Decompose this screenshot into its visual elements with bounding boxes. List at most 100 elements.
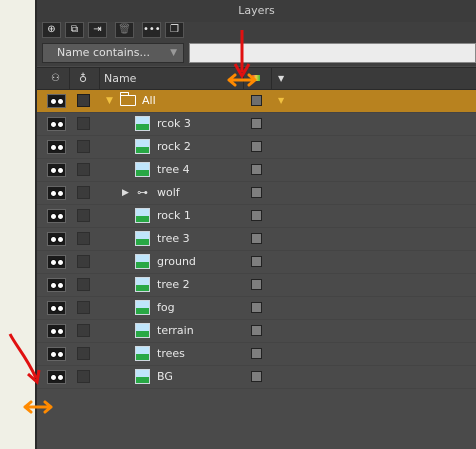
- visibility-eye-icon[interactable]: [47, 186, 66, 200]
- image-layer-icon: [135, 300, 150, 315]
- new-layer-icon: ⊕: [47, 24, 56, 35]
- folder-icon: [120, 92, 136, 106]
- layer-row[interactable]: rcok 3: [37, 113, 476, 136]
- name-column-header[interactable]: Name: [104, 68, 136, 89]
- more-options-button[interactable]: •••: [142, 22, 161, 38]
- layer-color-swatch[interactable]: [251, 95, 262, 106]
- layer-row[interactable]: terrain: [37, 320, 476, 343]
- layer-name: tree 3: [157, 232, 190, 245]
- image-layer-icon: [135, 231, 150, 246]
- layer-name: tree 2: [157, 278, 190, 291]
- expand-triangle-icon[interactable]: ▶: [122, 182, 129, 204]
- filter-mode-label: Name contains...: [57, 46, 151, 59]
- layer-row[interactable]: tree 4: [37, 159, 476, 182]
- visibility-eye-icon[interactable]: [47, 278, 66, 292]
- layer-row[interactable]: tree 2: [37, 274, 476, 297]
- image-layer-icon: [135, 139, 150, 154]
- image-layer-icon: [135, 208, 150, 223]
- layer-name: ground: [157, 255, 196, 268]
- layer-color-swatch[interactable]: [251, 371, 262, 382]
- visibility-eye-icon[interactable]: [47, 117, 66, 131]
- layer-color-swatch[interactable]: [251, 302, 262, 313]
- lock-toggle[interactable]: [77, 370, 90, 383]
- row-menu-arrow-icon[interactable]: ▼: [278, 90, 284, 112]
- lock-toggle[interactable]: [77, 163, 90, 176]
- layer-row[interactable]: rock 2: [37, 136, 476, 159]
- dropdown-arrow-icon: ▼: [170, 48, 177, 58]
- layer-row[interactable]: BG: [37, 366, 476, 389]
- layer-color-swatch[interactable]: [251, 141, 262, 152]
- layer-name: All: [142, 94, 156, 107]
- layer-name: fog: [157, 301, 175, 314]
- layer-name: BG: [157, 370, 173, 383]
- layer-color-swatch[interactable]: [251, 348, 262, 359]
- lock-toggle[interactable]: [77, 301, 90, 314]
- visibility-eye-icon[interactable]: [47, 347, 66, 361]
- image-layer-icon: [135, 369, 150, 384]
- visibility-eye-icon[interactable]: [47, 301, 66, 315]
- layer-name: tree 4: [157, 163, 190, 176]
- filter-mode-select[interactable]: Name contains... ▼: [42, 43, 184, 63]
- duplicate-layer-button[interactable]: ⧉: [65, 22, 84, 38]
- expand-triangle-icon[interactable]: ▼: [106, 90, 113, 112]
- layer-color-swatch[interactable]: [251, 164, 262, 175]
- visibility-eye-icon[interactable]: [47, 255, 66, 269]
- column-divider: [271, 68, 272, 89]
- column-divider: [99, 68, 100, 89]
- bone-layer-icon: ⊶: [137, 186, 148, 199]
- lock-toggle[interactable]: [77, 186, 90, 199]
- layer-color-swatch[interactable]: [251, 325, 262, 336]
- image-layer-icon: [135, 277, 150, 292]
- layer-row[interactable]: ground: [37, 251, 476, 274]
- layer-name: terrain: [157, 324, 194, 337]
- lock-toggle[interactable]: [77, 209, 90, 222]
- layer-row[interactable]: trees: [37, 343, 476, 366]
- layer-row-bones[interactable]: ▶ ⊶ wolf: [37, 182, 476, 205]
- layers-list: ▼ All ▼ rcok 3 rock 2 tree 4 ▶ ⊶ wolf ro…: [37, 90, 476, 389]
- lock-toggle[interactable]: [77, 347, 90, 360]
- layer-color-swatch[interactable]: [251, 187, 262, 198]
- trash-icon: 🗑: [118, 24, 131, 35]
- image-layer-icon: [135, 116, 150, 131]
- delete-layer-button[interactable]: 🗑: [115, 22, 134, 38]
- column-divider: [69, 68, 70, 89]
- layer-color-swatch[interactable]: [251, 210, 262, 221]
- visibility-eye-icon[interactable]: [47, 209, 66, 223]
- layer-color-swatch[interactable]: [251, 233, 262, 244]
- visibility-eye-icon[interactable]: [47, 140, 66, 154]
- layer-row[interactable]: fog: [37, 297, 476, 320]
- lock-toggle[interactable]: [77, 232, 90, 245]
- image-layer-icon: [135, 346, 150, 361]
- visibility-eye-icon[interactable]: [47, 94, 66, 108]
- visibility-eye-icon[interactable]: [47, 370, 66, 384]
- layer-row[interactable]: tree 3: [37, 228, 476, 251]
- layer-name: rock 2: [157, 140, 191, 153]
- visibility-eye-icon[interactable]: [47, 232, 66, 246]
- visibility-eye-icon[interactable]: [47, 324, 66, 338]
- image-layer-icon: [135, 162, 150, 177]
- layer-name: rock 1: [157, 209, 191, 222]
- resize-handle-icon: [227, 73, 257, 87]
- lock-toggle[interactable]: [77, 117, 90, 130]
- lock-toggle[interactable]: [77, 278, 90, 291]
- layer-color-swatch[interactable]: [251, 256, 262, 267]
- layer-name: rcok 3: [157, 117, 191, 130]
- import-layer-icon: ⇥: [93, 24, 102, 35]
- visibility-column-icon[interactable]: ⚇: [51, 68, 60, 89]
- column-menu-arrow-icon[interactable]: ▼: [278, 68, 284, 89]
- layer-row-all[interactable]: ▼ All ▼: [37, 90, 476, 113]
- copy-layer-button[interactable]: ❐: [165, 22, 184, 38]
- lock-toggle[interactable]: [77, 140, 90, 153]
- lock-column-icon[interactable]: ♁: [79, 68, 87, 89]
- layer-row[interactable]: rock 1: [37, 205, 476, 228]
- import-layer-button[interactable]: ⇥: [88, 22, 107, 38]
- visibility-eye-icon[interactable]: [47, 163, 66, 177]
- layer-color-swatch[interactable]: [251, 279, 262, 290]
- new-layer-button[interactable]: ⊕: [42, 22, 61, 38]
- panel-title: Layers: [37, 0, 476, 23]
- resize-handle-icon: [23, 400, 53, 414]
- lock-toggle[interactable]: [77, 94, 90, 107]
- lock-toggle[interactable]: [77, 324, 90, 337]
- lock-toggle[interactable]: [77, 255, 90, 268]
- layer-color-swatch[interactable]: [251, 118, 262, 129]
